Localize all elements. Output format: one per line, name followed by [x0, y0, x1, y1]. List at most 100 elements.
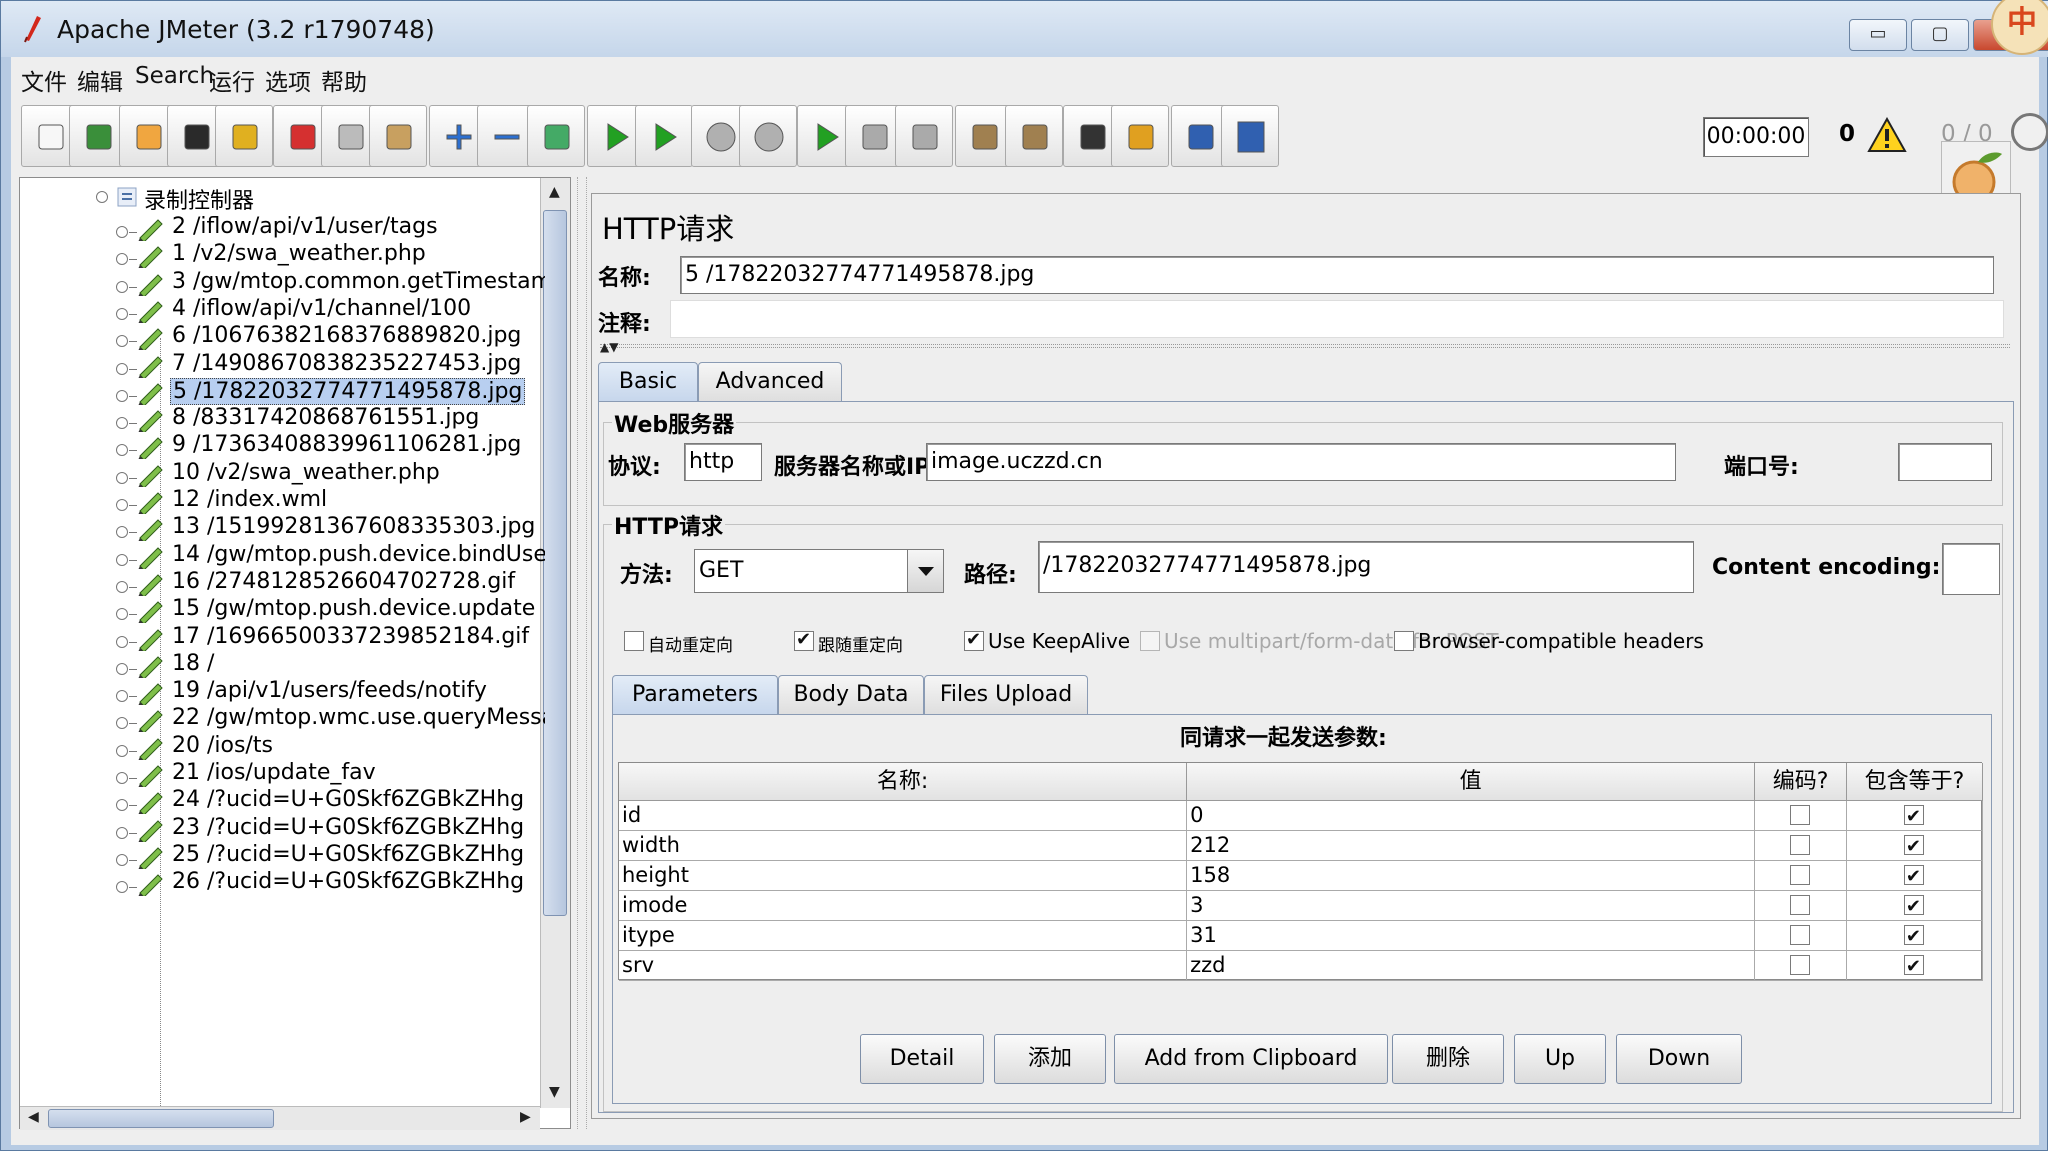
- include-equals-checkbox[interactable]: [1903, 923, 1924, 950]
- param-name-cell[interactable]: height: [619, 861, 1188, 891]
- menu-item-1[interactable]: 编辑: [77, 63, 123, 97]
- toggle-button[interactable]: [527, 105, 585, 167]
- encode-checkbox[interactable]: [1790, 835, 1811, 855]
- param-value-cell[interactable]: 0: [1187, 801, 1756, 831]
- tree-node-handle[interactable]: [116, 772, 137, 784]
- collapse-handle-icon[interactable]: [96, 191, 108, 203]
- include-equals-checkbox[interactable]: [1903, 893, 1924, 920]
- tree-node-handle[interactable]: [116, 580, 137, 593]
- param-name-cell[interactable]: imode: [619, 891, 1188, 921]
- menu-item-2[interactable]: Search: [135, 63, 214, 89]
- param-name-cell[interactable]: itype: [619, 921, 1188, 951]
- tree-item[interactable]: 26 /?ucid=U+G0Skf6ZGBkZHhg: [20, 869, 545, 897]
- down-button[interactable]: Down: [1616, 1034, 1742, 1084]
- up-button[interactable]: Up: [1514, 1034, 1606, 1084]
- option-checkbox[interactable]: [964, 629, 984, 651]
- reset-search-button[interactable]: [1111, 105, 1169, 167]
- tree-root-row[interactable]: 录制控制器: [20, 180, 545, 215]
- method-select[interactable]: GET: [694, 549, 944, 593]
- encode-checkbox[interactable]: [1790, 925, 1811, 945]
- start-no-pause-button[interactable]: [635, 105, 693, 167]
- include-equals-checkbox[interactable]: [1903, 833, 1924, 860]
- save-as-button[interactable]: [215, 105, 273, 167]
- tree-item[interactable]: 8 /83317420868761551.jpg: [20, 405, 545, 433]
- server-field[interactable]: image.uczzd.cn: [926, 443, 1676, 481]
- tree-node-handle[interactable]: [116, 253, 137, 266]
- detail-button[interactable]: Detail: [860, 1034, 984, 1084]
- param-value-cell[interactable]: 212: [1187, 831, 1756, 861]
- tab-body-data[interactable]: Body Data: [778, 675, 924, 715]
- content-encoding-field[interactable]: [1942, 543, 2000, 595]
- clear-all-button[interactable]: [1005, 105, 1063, 167]
- tree-node-handle[interactable]: [116, 499, 137, 511]
- warning-icon[interactable]: [1867, 117, 1907, 153]
- param-value-cell[interactable]: 3: [1187, 891, 1756, 921]
- tree-hscroll-thumb[interactable]: [48, 1109, 274, 1128]
- maximize-button[interactable]: ▢: [1911, 19, 1969, 51]
- menu-item-4[interactable]: 选项: [265, 63, 311, 97]
- add-from-clipboard-button[interactable]: Add from Clipboard: [1114, 1034, 1388, 1084]
- scroll-down-icon[interactable]: ▼: [549, 1084, 560, 1100]
- tree-item[interactable]: 20 /ios/ts: [20, 733, 545, 760]
- tab-advanced[interactable]: Advanced: [698, 362, 842, 402]
- add-button[interactable]: 添加: [994, 1034, 1106, 1084]
- encode-checkbox[interactable]: [1790, 805, 1811, 825]
- tree-item[interactable]: 5 /17822032774771495878.jpg: [20, 377, 545, 405]
- encode-checkbox[interactable]: [1790, 865, 1811, 885]
- tree-item[interactable]: 7 /14908670838235227453.jpg: [20, 351, 545, 378]
- menu-item-0[interactable]: 文件: [21, 63, 67, 97]
- param-value-cell[interactable]: 31: [1187, 921, 1756, 951]
- tree-item[interactable]: 16 /2748128526604702728.gif: [20, 569, 545, 596]
- protocol-field[interactable]: http: [684, 443, 762, 481]
- remote-status-icon[interactable]: [2011, 113, 2048, 151]
- minimize-button[interactable]: ▭: [1849, 19, 1907, 51]
- menu-item-5[interactable]: 帮助: [321, 63, 367, 97]
- scroll-right-icon[interactable]: ▶: [520, 1109, 531, 1125]
- tree-node-handle[interactable]: [116, 553, 137, 566]
- tree-node-handle[interactable]: [116, 799, 137, 812]
- tree-item[interactable]: 13 /15199281367608335303.jpg: [20, 514, 545, 542]
- tree-item[interactable]: 23 /?ucid=U+G0Skf6ZGBkZHhg: [20, 815, 545, 842]
- tree-item[interactable]: 25 /?ucid=U+G0Skf6ZGBkZHhg: [20, 842, 545, 869]
- tab-parameters[interactable]: Parameters: [612, 675, 778, 715]
- remote-shutdown-button[interactable]: [895, 105, 953, 167]
- tree-node-handle[interactable]: [116, 826, 137, 839]
- tree-item[interactable]: 18 /: [20, 651, 545, 678]
- tree-item[interactable]: 10 /v2/swa_weather.php: [20, 460, 545, 487]
- tree-node-handle[interactable]: [116, 608, 137, 621]
- tree-item[interactable]: 2 /iflow/api/v1/user/tags: [20, 214, 545, 241]
- tree-node-handle[interactable]: [116, 335, 137, 348]
- tree-node-handle[interactable]: [116, 717, 137, 730]
- encode-checkbox[interactable]: [1790, 955, 1811, 975]
- tree-item[interactable]: 9 /17363408839961106281.jpg: [20, 432, 545, 460]
- tab-files-upload[interactable]: Files Upload: [924, 675, 1088, 715]
- help-button[interactable]: [1221, 105, 1279, 167]
- include-equals-checkbox[interactable]: [1903, 803, 1924, 830]
- tab-basic[interactable]: Basic: [598, 362, 698, 402]
- column-header[interactable]: 包含等于?: [1846, 763, 1983, 801]
- option-checkbox[interactable]: [794, 629, 814, 651]
- path-field[interactable]: /17822032774771495878.jpg: [1038, 541, 1694, 593]
- tree-scroll-thumb[interactable]: [543, 210, 567, 916]
- param-name-cell[interactable]: id: [619, 801, 1188, 831]
- name-field[interactable]: 5 /17822032774771495878.jpg: [680, 256, 1994, 294]
- include-equals-checkbox[interactable]: [1903, 863, 1924, 890]
- tree-node-handle[interactable]: [116, 471, 137, 484]
- tree-node-handle[interactable]: [116, 635, 137, 648]
- tree-node-handle[interactable]: [116, 744, 137, 757]
- column-header[interactable]: 名称:: [619, 763, 1188, 801]
- tree-item[interactable]: 6 /10676382168376889820.jpg: [20, 323, 545, 351]
- tree-item[interactable]: 3 /gw/mtop.common.getTimestamp: [20, 269, 545, 296]
- tree-item[interactable]: 17 /16966500337239852184.gif: [20, 624, 545, 651]
- include-equals-checkbox[interactable]: [1903, 953, 1924, 980]
- port-field[interactable]: [1898, 443, 1992, 481]
- tree-node-handle[interactable]: [116, 662, 137, 675]
- option-checkbox[interactable]: [1394, 631, 1414, 651]
- tree-item[interactable]: 19 /api/v1/users/feeds/notify: [20, 678, 545, 706]
- tree-node-handle[interactable]: [116, 362, 137, 375]
- tree-node-handle[interactable]: [116, 417, 137, 430]
- tree-item[interactable]: 15 /gw/mtop.push.device.update: [20, 596, 545, 624]
- title-bar[interactable]: Apache JMeter (3.2 r1790748) ▭ ▢ ✕ 中: [1, 0, 2048, 57]
- column-header[interactable]: 值: [1187, 763, 1756, 801]
- tree-node-handle[interactable]: [116, 881, 137, 894]
